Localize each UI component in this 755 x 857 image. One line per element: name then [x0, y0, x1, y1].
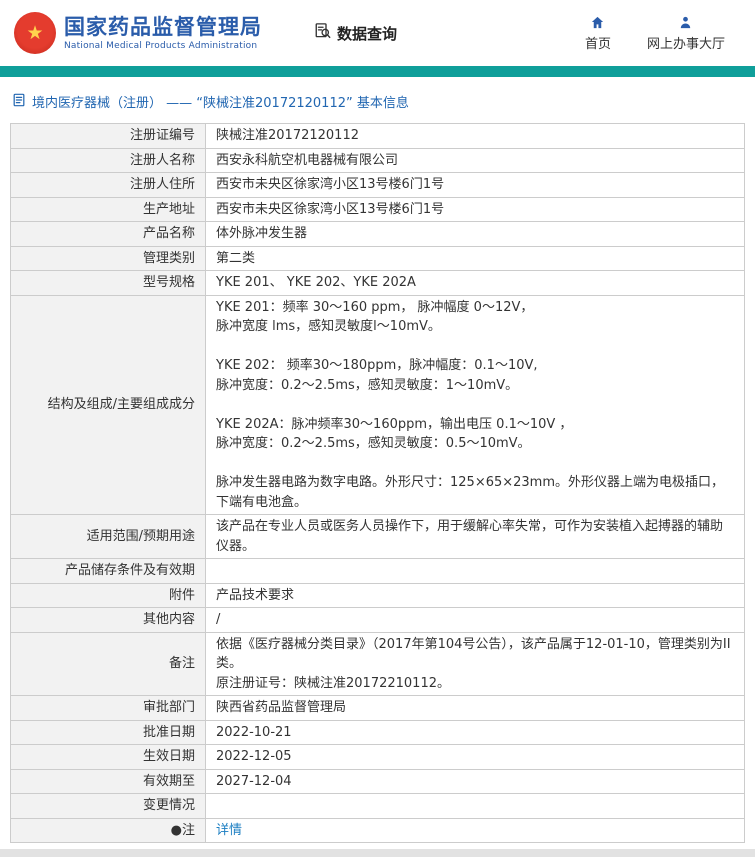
table-row: 型号规格 YKE 201、 YKE 202、YKE 202A: [10, 270, 745, 296]
row-value: YKE 201、 YKE 202、YKE 202A: [205, 270, 745, 296]
row-value: 2022-10-21: [205, 719, 745, 745]
data-query-nav[interactable]: 数据查询: [314, 22, 397, 44]
site-header: ★ 国家药品监督管理局 National Medical Products Ad…: [0, 0, 755, 66]
table-row: ●注 详情: [10, 817, 745, 843]
row-label: 注册人名称: [10, 147, 206, 173]
row-value: [205, 793, 745, 819]
row-value: 产品技术要求: [205, 582, 745, 608]
table-row: 有效期至 2027-12-04: [10, 768, 745, 794]
row-value: 陕械注准20172120112: [205, 123, 745, 149]
row-label: 结构及组成/主要组成成分: [10, 294, 206, 515]
row-value: 西安市未央区徐家湾小区13号楼6门1号: [205, 196, 745, 222]
document-icon: [12, 93, 26, 111]
row-value: 第二类: [205, 245, 745, 271]
table-row: 结构及组成/主要组成成分 YKE 201：频率 30～160 ppm， 脉冲幅度…: [10, 294, 745, 515]
top-nav: 首页 网上办事大厅: [585, 14, 741, 52]
table-row: 适用范围/预期用途 该产品在专业人员或医务人员操作下，用于缓解心率失常，可作为安…: [10, 514, 745, 559]
row-label: ●注: [10, 817, 206, 843]
row-value: 陕西省药品监督管理局: [205, 695, 745, 721]
table-row: 注册人名称 西安永科航空机电器械有限公司: [10, 147, 745, 173]
row-label: 管理类别: [10, 245, 206, 271]
row-label: 备注: [10, 631, 206, 696]
table-row: 注册人住所 西安市未央区徐家湾小区13号楼6门1号: [10, 172, 745, 198]
table-row: 产品储存条件及有效期: [10, 558, 745, 584]
nav-home[interactable]: 首页: [585, 14, 611, 52]
data-query-label: 数据查询: [337, 24, 398, 43]
row-value: 西安永科航空机电器械有限公司: [205, 147, 745, 173]
table-row: 批准日期 2022-10-21: [10, 719, 745, 745]
row-label: 批准日期: [10, 719, 206, 745]
row-value: 该产品在专业人员或医务人员操作下，用于缓解心率失常，可作为安装植入起搏器的辅助仪…: [205, 514, 745, 559]
row-label: 变更情况: [10, 793, 206, 819]
table-row: 管理类别 第二类: [10, 245, 745, 271]
nav-home-label: 首页: [584, 37, 611, 52]
home-icon: [590, 14, 605, 30]
table-row: 附件 产品技术要求: [10, 582, 745, 608]
row-label: 产品名称: [10, 221, 206, 247]
nmpa-emblem-logo: ★: [14, 12, 56, 54]
document-search-icon: [314, 22, 332, 44]
table-row: 其他内容 /: [10, 607, 745, 633]
row-label: 审批部门: [10, 695, 206, 721]
table-row: 注册证编号 陕械注准20172120112: [10, 123, 745, 149]
row-value: 依据《医疗器械分类目录》（2017年第104号公告），该产品属于12-01-10…: [205, 631, 745, 696]
nav-hall-label: 网上办事大厅: [646, 37, 725, 52]
table-row: 审批部门 陕西省药品监督管理局: [10, 695, 745, 721]
person-icon: [678, 14, 693, 30]
site-subtitle: National Medical Products Administration: [64, 40, 258, 51]
breadcrumb-text: 境内医疗器械（注册） —— “陕械注准20172120112” 基本信息: [32, 96, 409, 111]
row-value: /: [205, 607, 745, 633]
row-value: 2022-12-05: [205, 744, 745, 770]
emblem-star-icon: ★: [26, 21, 44, 44]
table-row: 备注 依据《医疗器械分类目录》（2017年第104号公告），该产品属于12-01…: [10, 631, 745, 696]
row-label: 产品储存条件及有效期: [10, 558, 206, 584]
row-label: 生效日期: [10, 744, 206, 770]
row-value: [205, 558, 745, 584]
info-table-body: 注册证编号 陕械注准20172120112 注册人名称 西安永科航空机电器械有限…: [10, 123, 745, 843]
row-label: 其他内容: [10, 607, 206, 633]
row-value: 西安市未央区徐家湾小区13号楼6门1号: [205, 172, 745, 198]
row-label: 适用范围/预期用途: [10, 514, 206, 559]
row-label: 附件: [10, 582, 206, 608]
nav-hall[interactable]: 网上办事大厅: [647, 14, 725, 52]
site-title: 国家药品监督管理局: [64, 15, 262, 40]
table-row: 变更情况: [10, 793, 745, 819]
row-value: 2027-12-04: [205, 768, 745, 794]
teal-divider-bar: [0, 66, 755, 77]
row-value: YKE 201：频率 30～160 ppm， 脉冲幅度 0～12V， 脉冲宽度 …: [205, 294, 745, 515]
row-label: 生产地址: [10, 196, 206, 222]
row-value: 详情: [205, 817, 745, 843]
row-value: 体外脉冲发生器: [205, 221, 745, 247]
row-label: 有效期至: [10, 768, 206, 794]
detail-link[interactable]: 详情: [216, 823, 242, 838]
row-label: 型号规格: [10, 270, 206, 296]
registration-info-table: 注册证编号 陕械注准20172120112 注册人名称 西安永科航空机电器械有限…: [10, 123, 745, 843]
breadcrumb: 境内医疗器械（注册） —— “陕械注准20172120112” 基本信息: [0, 77, 755, 121]
footer-strip: [0, 849, 755, 857]
row-label: 注册证编号: [10, 123, 206, 149]
table-row: 产品名称 体外脉冲发生器: [10, 221, 745, 247]
site-titles: 国家药品监督管理局 National Medical Products Admi…: [64, 15, 262, 50]
table-row: 生产地址 西安市未央区徐家湾小区13号楼6门1号: [10, 196, 745, 222]
table-row: 生效日期 2022-12-05: [10, 744, 745, 770]
row-label: 注册人住所: [10, 172, 206, 198]
